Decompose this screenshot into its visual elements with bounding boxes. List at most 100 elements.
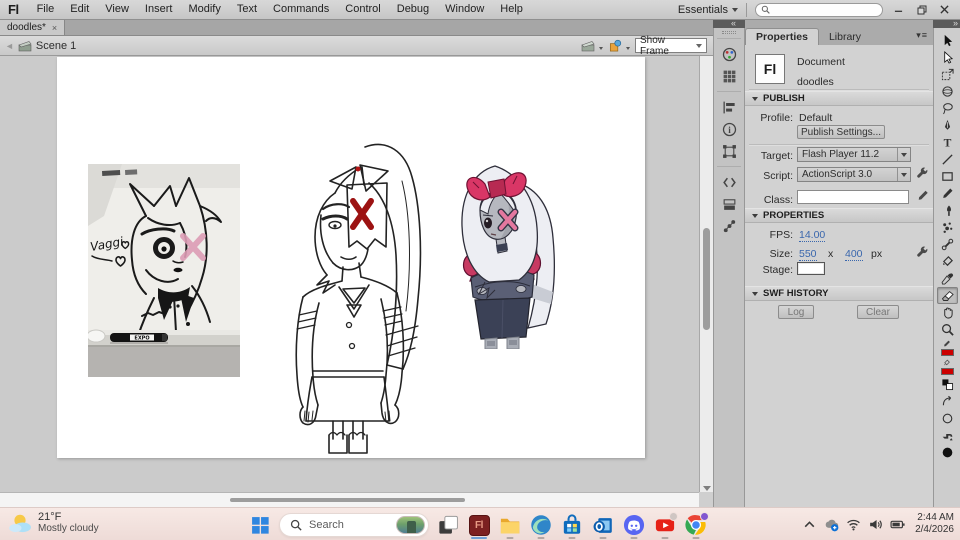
edit-scene-button[interactable] [581, 40, 595, 52]
code-snippets-panel-icon[interactable] [717, 171, 741, 193]
black-white-tool[interactable] [937, 376, 958, 393]
taskbar-search[interactable]: Search [279, 513, 429, 537]
swatches-panel-icon[interactable] [717, 65, 741, 87]
menu-modify[interactable]: Modify [180, 0, 228, 19]
size-width-value[interactable]: 550 [799, 248, 817, 261]
menu-file[interactable]: File [29, 0, 63, 19]
rectangle-tool[interactable] [937, 168, 958, 185]
wrench-icon[interactable] [916, 167, 929, 180]
brush-tool[interactable] [937, 202, 958, 219]
pen-tool[interactable] [937, 117, 958, 134]
fps-value[interactable]: 14.00 [799, 229, 825, 242]
paint-bucket-tool[interactable] [937, 253, 958, 270]
align-panel-icon[interactable] [717, 96, 741, 118]
motion-presets-panel-icon[interactable] [717, 215, 741, 237]
components-panel-icon[interactable] [717, 193, 741, 215]
dock-grip-handle[interactable] [722, 31, 736, 34]
eyedropper-tool[interactable] [937, 270, 958, 287]
zoom-tool[interactable] [937, 321, 958, 338]
faucet-tool[interactable] [937, 427, 958, 444]
3d-rotation-tool[interactable] [937, 83, 958, 100]
color-panel-icon[interactable] [717, 43, 741, 65]
free-transform-tool[interactable] [937, 66, 958, 83]
taskbar-app-edge[interactable] [529, 512, 553, 538]
section-publish[interactable]: PUBLISH [745, 91, 933, 106]
pencil-tool[interactable] [937, 185, 958, 202]
stroke-color-tool[interactable] [937, 338, 958, 357]
menu-debug[interactable]: Debug [389, 0, 437, 19]
close-button[interactable] [937, 3, 952, 16]
publish-settings-button[interactable]: Publish Settings... [797, 125, 885, 139]
taskbar-app-flash[interactable]: Fl [467, 512, 491, 538]
artwork-line-art-character[interactable] [285, 139, 435, 459]
taskbar-clock[interactable]: 2:44 AM 2/4/2026 [915, 512, 954, 536]
section-swf-history[interactable]: SWF HISTORY [745, 286, 933, 301]
stage-horizontal-scrollbar[interactable] [0, 492, 699, 507]
taskbar-app-store[interactable] [560, 512, 584, 538]
horizontal-scroll-thumb[interactable] [230, 498, 465, 502]
search-highlight-image[interactable] [396, 516, 425, 534]
eraser-tool[interactable] [937, 287, 958, 304]
log-button[interactable]: Log [778, 305, 814, 319]
wifi-icon[interactable] [846, 517, 861, 532]
taskbar-app-task-view[interactable] [436, 512, 460, 538]
onedrive-icon[interactable] [824, 517, 839, 532]
volume-icon[interactable] [868, 517, 883, 532]
info-panel-icon[interactable]: i [717, 118, 741, 140]
bone-tool[interactable] [937, 236, 958, 253]
eraser-shape-tool[interactable] [937, 444, 958, 461]
pencil-edit-icon[interactable] [917, 189, 929, 202]
size-height-value[interactable]: 400 [845, 248, 863, 261]
wrench-icon[interactable] [916, 246, 929, 259]
restore-button[interactable] [914, 3, 929, 16]
hand-tool[interactable] [937, 304, 958, 321]
subselection-tool[interactable] [937, 49, 958, 66]
stage-zoom-select[interactable]: Show Frame [635, 38, 707, 53]
menu-insert[interactable]: Insert [137, 0, 181, 19]
line-tool[interactable] [937, 151, 958, 168]
collapse-panels-icon[interactable]: « [731, 20, 736, 27]
vertical-scroll-thumb[interactable] [703, 228, 710, 330]
eraser-mode-tool[interactable] [937, 410, 958, 427]
battery-icon[interactable] [890, 517, 905, 532]
lasso-tool[interactable] [937, 100, 958, 117]
pasteboard[interactable]: Vaggi EXPO [0, 56, 699, 492]
tab-close-icon[interactable]: × [52, 23, 57, 33]
tab-library[interactable]: Library [819, 28, 871, 45]
menu-view[interactable]: View [97, 0, 137, 19]
taskbar-app-file-explorer[interactable] [498, 512, 522, 538]
swap-colors-tool[interactable] [937, 393, 958, 410]
taskbar-app-discord[interactable] [622, 512, 646, 538]
target-select[interactable]: Flash Player 11.2 [797, 147, 911, 162]
stage-vertical-scrollbar[interactable] [699, 56, 713, 492]
script-select[interactable]: ActionScript 3.0 [797, 167, 911, 182]
menu-commands[interactable]: Commands [265, 0, 337, 19]
class-input[interactable] [797, 190, 909, 204]
menu-help[interactable]: Help [492, 0, 531, 19]
stage-canvas[interactable]: Vaggi EXPO [57, 57, 645, 458]
expand-tools-icon[interactable]: » [953, 20, 958, 27]
app-search-input[interactable] [755, 3, 883, 17]
edit-symbols-button[interactable] [608, 39, 622, 52]
start-button[interactable] [248, 512, 272, 538]
document-name[interactable]: doodles [797, 76, 834, 88]
weather-widget[interactable]: 21°F Mostly cloudy [8, 511, 99, 534]
stage-color-swatch[interactable] [797, 262, 825, 275]
taskbar-app-outlook[interactable] [591, 512, 615, 538]
text-tool[interactable]: T [937, 134, 958, 151]
transform-panel-icon[interactable] [717, 140, 741, 162]
section-properties[interactable]: PROPERTIES [745, 208, 933, 223]
fill-color-tool[interactable] [937, 357, 958, 376]
menu-text[interactable]: Text [229, 0, 265, 19]
scene-breadcrumb[interactable]: Scene 1 [36, 40, 76, 52]
menu-window[interactable]: Window [437, 0, 492, 19]
menu-control[interactable]: Control [337, 0, 388, 19]
workspace-switcher[interactable]: Essentials [678, 4, 738, 16]
menu-edit[interactable]: Edit [62, 0, 97, 19]
selection-tool[interactable] [937, 32, 958, 49]
scroll-down-arrow-icon[interactable] [703, 486, 711, 491]
chevron-up-icon[interactable] [802, 517, 817, 532]
document-tab-doodles[interactable]: doodles* × [0, 20, 65, 35]
taskbar-app-chrome[interactable] [684, 512, 708, 538]
deco-spray-tool[interactable] [937, 219, 958, 236]
